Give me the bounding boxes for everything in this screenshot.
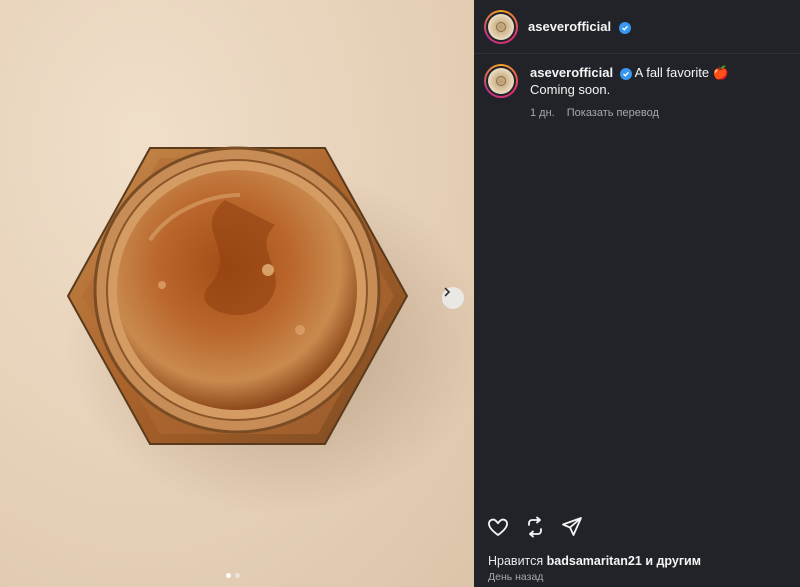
caption-line-2: Coming soon.	[530, 82, 611, 97]
post-media	[0, 0, 474, 587]
send-icon[interactable]	[560, 515, 584, 539]
carousel-dot-1	[226, 573, 231, 578]
verified-badge-icon	[618, 21, 631, 34]
caption-username[interactable]: aseverofficial	[530, 65, 613, 80]
avatar[interactable]	[484, 9, 518, 44]
chevron-right-icon	[444, 287, 451, 297]
heart-icon[interactable]	[486, 515, 510, 539]
post-age: 1 дн.	[530, 107, 555, 119]
carousel-dot-2	[235, 573, 240, 578]
likes-suffix[interactable]: и другим	[645, 554, 701, 568]
post-timestamp: День назад	[488, 571, 544, 583]
carousel-indicator	[226, 573, 240, 578]
honey-jar-photo	[65, 146, 474, 515]
likes-username[interactable]: badsamaritan21	[547, 554, 642, 568]
header-username[interactable]: aseverofficial	[528, 19, 611, 34]
action-bar	[486, 515, 584, 539]
repost-icon[interactable]	[523, 515, 547, 539]
post-header: aseverofficial	[474, 0, 800, 54]
post-caption: aseverofficial A fall favorite 🍎 Coming …	[484, 64, 790, 122]
apple-emoji: 🍎	[712, 65, 729, 80]
next-slide-button[interactable]	[442, 287, 464, 309]
post-side-panel: aseverofficial aseverofficial A fall fav…	[474, 0, 800, 587]
show-translation-link[interactable]: Показать перевод	[567, 105, 659, 122]
likes-prefix: Нравится	[488, 554, 544, 568]
verified-badge-icon	[619, 68, 632, 80]
caption-avatar[interactable]	[484, 64, 518, 98]
caption-text: A fall favorite	[634, 65, 710, 80]
likes-summary[interactable]: Нравится badsamaritan21 и другим	[488, 554, 701, 568]
